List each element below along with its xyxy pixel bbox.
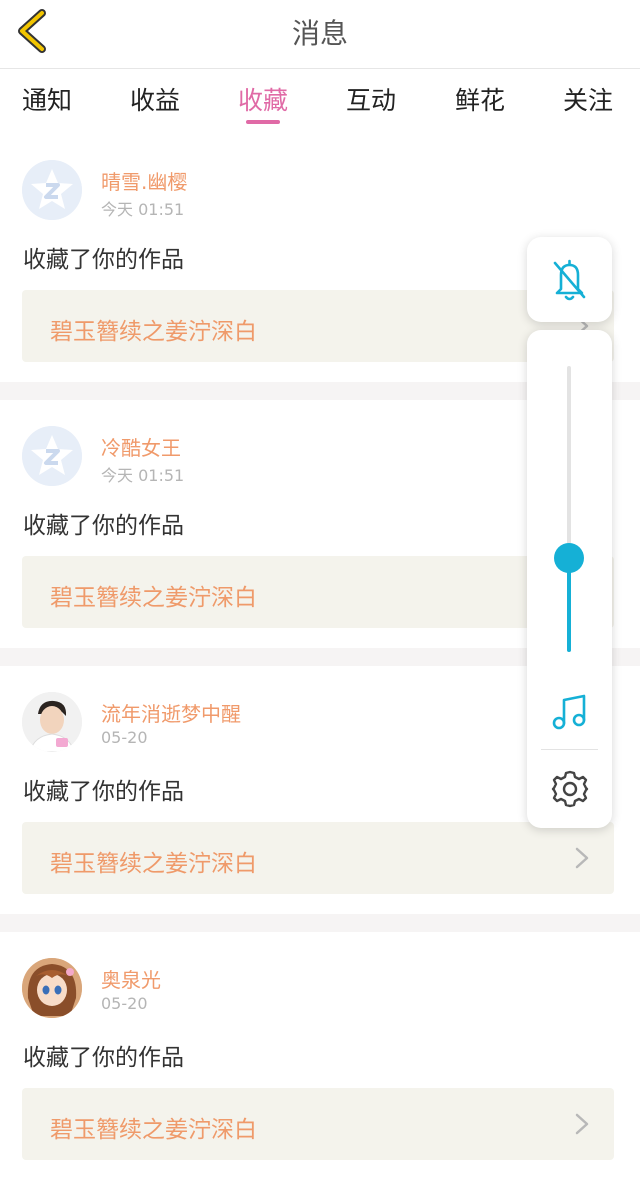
- star-logo-icon: [22, 426, 82, 486]
- action-text: 收藏了你的作品: [23, 1045, 184, 1071]
- user-name[interactable]: 晴雪.幽樱: [101, 166, 187, 195]
- anime-avatar[interactable]: [22, 958, 82, 1018]
- tab-follows[interactable]: 关注: [548, 81, 628, 117]
- anime-girl-icon: [22, 958, 82, 1018]
- photo-avatar[interactable]: [22, 692, 82, 752]
- page-title: 消息: [291, 17, 348, 50]
- action-text: 收藏了你的作品: [23, 779, 184, 805]
- tab-interactions[interactable]: 互动: [331, 81, 411, 117]
- default-avatar[interactable]: [22, 160, 82, 220]
- message-time: 05-20: [101, 994, 148, 1013]
- work-title: 碧玉簪续之姜泞深白: [50, 585, 257, 611]
- tab-earnings[interactable]: 收益: [115, 81, 195, 117]
- chevron-right-icon: [575, 847, 589, 869]
- tab-notifications[interactable]: 通知: [7, 81, 87, 117]
- sound-settings-button[interactable]: [548, 767, 592, 811]
- action-text: 收藏了你的作品: [23, 513, 184, 539]
- action-text: 收藏了你的作品: [23, 247, 184, 273]
- message-time: 今天 01:51: [101, 200, 185, 219]
- message-card: 奥泉光 05-20 收藏了你的作品 碧玉簪续之姜泞深白: [0, 936, 640, 1184]
- work-link[interactable]: 碧玉簪续之姜泞深白: [22, 822, 614, 894]
- tab-active-indicator: [246, 120, 280, 124]
- default-avatar[interactable]: [22, 426, 82, 486]
- tab-flowers[interactable]: 鲜花: [440, 81, 520, 117]
- gear-icon: [551, 770, 589, 808]
- app-header: 消息: [0, 0, 640, 69]
- tab-favorites[interactable]: 收藏: [223, 81, 303, 117]
- user-name[interactable]: 奥泉光: [101, 964, 161, 993]
- volume-slider-track[interactable]: [554, 366, 584, 652]
- divider: [0, 914, 640, 932]
- chevron-right-icon: [575, 1113, 589, 1135]
- work-link[interactable]: 碧玉簪续之姜泞深白: [22, 290, 614, 362]
- user-name[interactable]: 冷酷女王: [101, 432, 181, 461]
- music-volume-button[interactable]: [547, 690, 591, 734]
- volume-slider-thumb[interactable]: [554, 543, 584, 573]
- mute-button[interactable]: [527, 237, 612, 322]
- work-title: 碧玉簪续之姜泞深白: [50, 1117, 257, 1143]
- message-time: 今天 01:51: [101, 466, 185, 485]
- user-name[interactable]: 流年消逝梦中醒: [101, 698, 241, 727]
- work-link[interactable]: 碧玉簪续之姜泞深白: [22, 1088, 614, 1160]
- tab-bar: 通知 收益 收藏 互动 鲜花 关注: [0, 69, 640, 127]
- music-note-icon: [552, 694, 586, 730]
- star-logo-icon: [22, 160, 82, 220]
- message-time: 05-20: [101, 728, 148, 747]
- bell-off-icon: [553, 259, 586, 301]
- work-link[interactable]: 碧玉簪续之姜泞深白: [22, 556, 614, 628]
- work-title: 碧玉簪续之姜泞深白: [50, 319, 257, 345]
- user-photo-icon: [22, 692, 82, 752]
- work-title: 碧玉簪续之姜泞深白: [50, 851, 257, 877]
- panel-divider: [541, 749, 598, 750]
- volume-panel: [527, 330, 612, 828]
